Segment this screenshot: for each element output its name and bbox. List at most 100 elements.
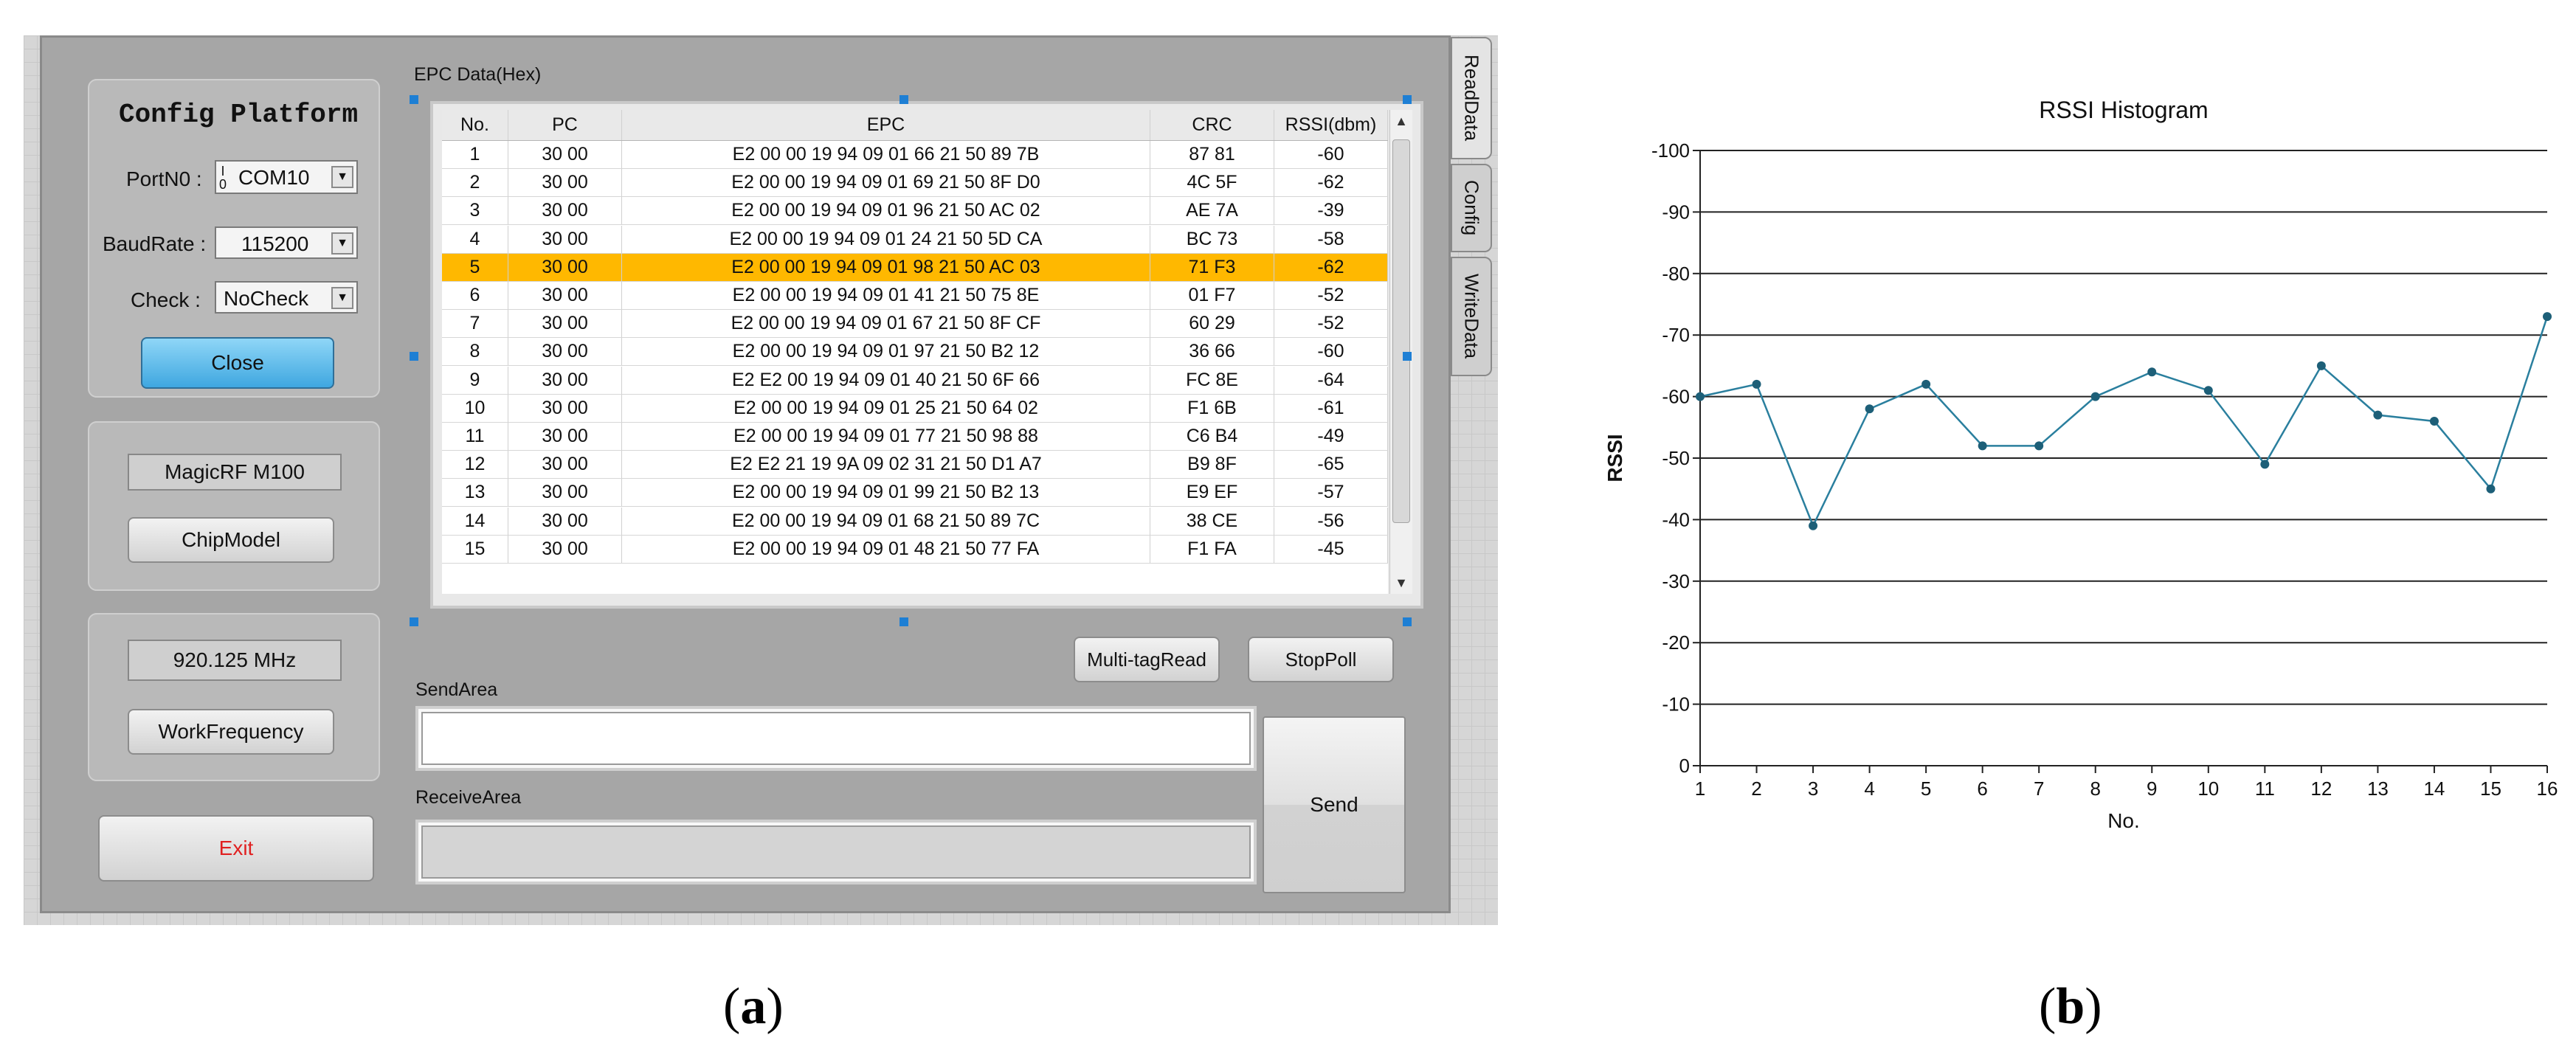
table-row[interactable]: 11 30 00 E2 00 00 19 94 09 01 77 21 50 98 … <box>442 423 1388 451</box>
cell-no: 9 <box>442 366 508 394</box>
cell-epc: E2 00 00 19 94 09 01 98 21 50 AC 03 <box>622 253 1150 281</box>
main-panel: Config Platform PortN0 : I0 COM10 ▼ Baud… <box>40 35 1451 913</box>
cell-crc: BC 73 <box>1150 225 1274 253</box>
header-crc[interactable]: CRC <box>1150 110 1274 140</box>
resize-handle[interactable] <box>899 617 908 626</box>
chevron-down-icon[interactable]: ▼ <box>331 166 353 188</box>
chevron-down-icon[interactable]: ▼ <box>331 232 353 255</box>
send-area-label: SendArea <box>415 679 498 700</box>
scroll-thumb[interactable] <box>1392 139 1410 523</box>
receive-area-field <box>415 820 1257 884</box>
resize-handle[interactable] <box>899 95 908 104</box>
table-row[interactable]: 6 30 00 E2 00 00 19 94 09 01 41 21 50 75 8… <box>442 282 1388 310</box>
header-pc[interactable]: PC <box>508 110 622 140</box>
table-row[interactable]: 15 30 00 E2 00 00 19 94 09 01 48 21 50 77 … <box>442 535 1388 564</box>
cell-no: 5 <box>442 253 508 281</box>
chip-model-button[interactable]: ChipModel <box>128 517 334 563</box>
tab-read-data[interactable]: ReadData <box>1451 37 1492 159</box>
y-tick-label: -50 <box>1662 447 1690 469</box>
resize-handle[interactable] <box>410 95 418 104</box>
header-epc[interactable]: EPC <box>622 110 1150 140</box>
tab-write-data[interactable]: WriteData <box>1451 257 1492 376</box>
cell-crc: 38 CE <box>1150 507 1274 535</box>
frequency-group: 920.125 MHz WorkFrequency <box>88 613 380 781</box>
cell-epc: E2 00 00 19 94 09 01 77 21 50 98 88 <box>622 423 1150 450</box>
check-select[interactable]: NoCheck ▼ <box>215 281 358 314</box>
table-row[interactable]: 9 30 00 E2 E2 00 19 94 09 01 40 21 50 6F 6… <box>442 366 1388 395</box>
cell-crc: 01 F7 <box>1150 282 1274 309</box>
cell-epc: E2 00 00 19 94 09 01 67 21 50 8F CF <box>622 310 1150 338</box>
port-select[interactable]: I0 COM10 ▼ <box>215 160 358 194</box>
close-button[interactable]: Close <box>141 337 334 389</box>
table-row[interactable]: 13 30 00 E2 00 00 19 94 09 01 99 21 50 B2 … <box>442 479 1388 508</box>
resize-handle[interactable] <box>410 352 418 361</box>
table-row[interactable]: 12 30 00 E2 E2 21 19 9A 09 02 31 21 50 D1 … <box>442 451 1388 479</box>
cell-epc: E2 00 00 19 94 09 01 68 21 50 89 7C <box>622 507 1150 535</box>
x-tick-label: 6 <box>1977 778 1987 800</box>
data-point <box>2429 416 2439 426</box>
x-tick-label: 7 <box>2034 778 2044 800</box>
cell-rssi: -65 <box>1274 451 1388 479</box>
cell-crc: F1 6B <box>1150 394 1274 422</box>
cell-no: 14 <box>442 507 508 535</box>
cell-crc: F1 FA <box>1150 535 1274 563</box>
cell-rssi: -58 <box>1274 225 1388 253</box>
work-frequency-button[interactable]: WorkFrequency <box>128 709 334 755</box>
receive-area-label: ReceiveArea <box>415 787 522 808</box>
send-area-input[interactable] <box>415 706 1257 771</box>
cell-rssi: -39 <box>1274 197 1388 225</box>
chevron-down-icon[interactable]: ▼ <box>331 287 353 309</box>
cell-rssi: -52 <box>1274 282 1388 309</box>
table-row[interactable]: 2 30 00 E2 00 00 19 94 09 01 69 21 50 8F D… <box>442 169 1388 198</box>
baud-select[interactable]: 115200 ▼ <box>215 226 358 259</box>
scroll-down-icon[interactable]: ▼ <box>1390 572 1412 594</box>
io-icon: I0 <box>219 164 227 192</box>
table-row[interactable]: 10 30 00 E2 00 00 19 94 09 01 25 21 50 64 … <box>442 394 1388 423</box>
cell-epc: E2 00 00 19 94 09 01 99 21 50 B2 13 <box>622 479 1150 507</box>
data-point <box>1978 441 1987 451</box>
cell-pc: 30 00 <box>508 451 622 479</box>
data-point <box>1696 392 1705 401</box>
cell-rssi: -49 <box>1274 423 1388 450</box>
cell-no: 13 <box>442 479 508 507</box>
header-no[interactable]: No. <box>442 110 508 140</box>
resize-handle[interactable] <box>1403 617 1412 626</box>
cell-rssi: -62 <box>1274 169 1388 197</box>
table-row[interactable]: 4 30 00 E2 00 00 19 94 09 01 24 21 50 5D C… <box>442 225 1388 254</box>
resize-handle[interactable] <box>1403 352 1412 361</box>
table-row[interactable]: 8 30 00 E2 00 00 19 94 09 01 97 21 50 B2 1… <box>442 338 1388 367</box>
data-point <box>2373 410 2383 420</box>
cell-pc: 30 00 <box>508 225 622 253</box>
header-rssi[interactable]: RSSI(dbm) <box>1274 110 1388 140</box>
cell-epc: E2 00 00 19 94 09 01 69 21 50 8F D0 <box>622 169 1150 197</box>
data-point <box>2034 441 2044 451</box>
y-tick-label: -30 <box>1662 570 1690 592</box>
data-point <box>2147 367 2157 377</box>
table-row[interactable]: 14 30 00 E2 00 00 19 94 09 01 68 21 50 89 … <box>442 507 1388 536</box>
resize-handle[interactable] <box>410 617 418 626</box>
data-point <box>2203 386 2213 395</box>
table-row[interactable]: 1 30 00 E2 00 00 19 94 09 01 66 21 50 89 7… <box>442 141 1388 169</box>
table-row[interactable]: 3 30 00 E2 00 00 19 94 09 01 96 21 50 AC 0… <box>442 197 1388 226</box>
tab-config[interactable]: Config <box>1451 164 1492 252</box>
multi-tag-read-button[interactable]: Multi-tagRead <box>1074 637 1220 682</box>
data-point <box>2260 460 2270 469</box>
table-row[interactable]: 5 30 00 E2 00 00 19 94 09 01 98 21 50 AC 0… <box>442 253 1388 282</box>
x-axis-label: No. <box>2107 809 2140 832</box>
send-button[interactable]: Send <box>1263 716 1406 893</box>
cell-no: 10 <box>442 394 508 422</box>
baud-label: BaudRate : <box>103 232 207 255</box>
scroll-up-icon[interactable]: ▲ <box>1390 110 1412 132</box>
table-row[interactable]: 7 30 00 E2 00 00 19 94 09 01 67 21 50 8F C… <box>442 310 1388 339</box>
config-group: Config Platform PortN0 : I0 COM10 ▼ Baud… <box>88 79 380 398</box>
cell-crc: 36 66 <box>1150 338 1274 366</box>
cell-rssi: -60 <box>1274 338 1388 366</box>
cell-pc: 30 00 <box>508 338 622 366</box>
exit-button[interactable]: Exit <box>98 815 374 882</box>
cell-no: 11 <box>442 423 508 450</box>
y-tick-label: 0 <box>1679 755 1690 777</box>
stop-poll-button[interactable]: StopPoll <box>1248 637 1394 682</box>
resize-handle[interactable] <box>1403 95 1412 104</box>
x-tick-label: 5 <box>1921 778 1931 800</box>
cell-pc: 30 00 <box>508 141 622 168</box>
